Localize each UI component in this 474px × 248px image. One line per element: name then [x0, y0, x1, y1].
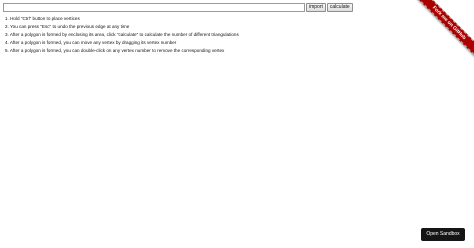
instructions-list: 1. Hold "Ctrl" button to place vertices …	[5, 15, 239, 55]
open-sandbox-button[interactable]: Open Sandbox	[421, 228, 465, 241]
instruction-item: 3. After a polygon is formed by enclosin…	[5, 32, 239, 37]
polygon-input[interactable]	[3, 3, 305, 12]
github-ribbon-container: Fork me on GitHub	[414, 0, 474, 60]
instruction-item: 2. You can press "Esc" to undo the previ…	[5, 24, 130, 29]
fork-on-github-ribbon[interactable]: Fork me on GitHub	[414, 0, 474, 59]
instruction-item: 4. After a polygon is formed, you can mo…	[5, 40, 177, 45]
import-button[interactable]: import	[306, 3, 326, 12]
calculate-button[interactable]: calculate	[326, 3, 353, 12]
toolbar: import calculate	[3, 3, 353, 12]
instruction-item: 5. After a polygon is formed, you can do…	[5, 48, 225, 53]
instruction-item: 1. Hold "Ctrl" button to place vertices	[5, 16, 80, 21]
